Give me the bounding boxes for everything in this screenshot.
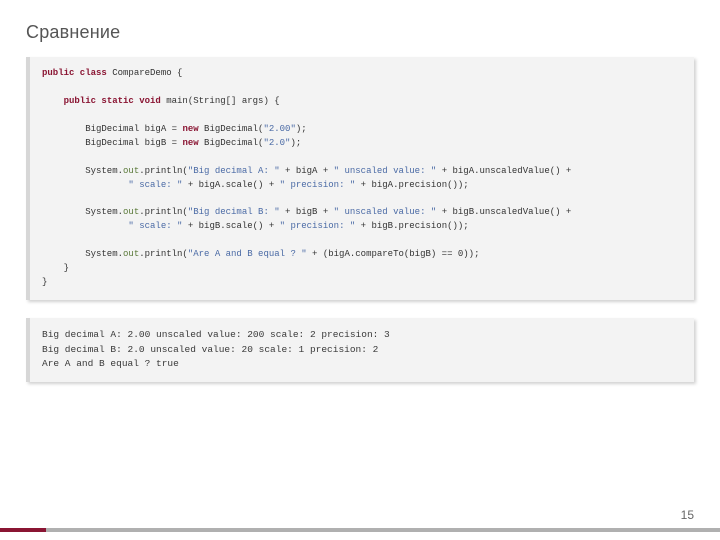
page-number: 15: [681, 508, 694, 522]
footer-accent-bar: [0, 528, 720, 532]
output-block: Big decimal A: 2.00 unscaled value: 200 …: [26, 318, 694, 382]
slide: Сравнение public class CompareDemo { pub…: [0, 0, 720, 540]
code-block: public class CompareDemo { public static…: [26, 57, 694, 300]
slide-title: Сравнение: [26, 22, 694, 43]
